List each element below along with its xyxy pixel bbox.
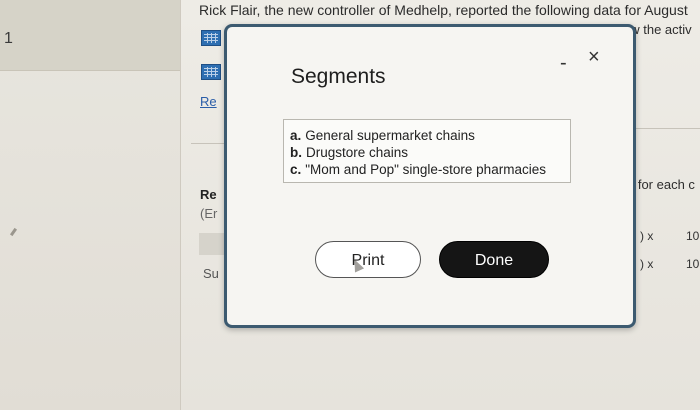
done-button[interactable]: Done (439, 241, 549, 278)
screen-mark (9, 227, 18, 237)
table-cell: 10 (686, 229, 700, 243)
list-item-text: Drugstore chains (306, 145, 409, 160)
divider (631, 128, 700, 129)
list-item-text: "Mom and Pop" single-store pharmacies (305, 162, 546, 177)
list-item: a. General supermarket chains (290, 127, 570, 144)
table-cell: ) x (640, 229, 654, 243)
section-sublabel: (Er (200, 206, 218, 221)
reference-link[interactable]: Re (200, 94, 217, 109)
table-cell: 10 (686, 257, 700, 271)
question-number: 1 (4, 30, 13, 47)
table-cell: ) x (640, 257, 654, 271)
section-label: Re (200, 187, 217, 202)
grid-icon[interactable] (201, 64, 221, 80)
list-item-letter: a. (290, 128, 302, 143)
minimize-icon[interactable]: - (560, 53, 567, 73)
list-item-letter: c. (290, 162, 302, 177)
list-item-letter: b. (290, 145, 302, 160)
instruction-fragment: e for each c (627, 177, 695, 192)
list-item: c. "Mom and Pop" single-store pharmacies (290, 161, 570, 178)
left-rail: 1 (0, 0, 181, 410)
print-button[interactable]: Print (315, 241, 421, 278)
question-header-text: Rick Flair, the new controller of Medhel… (199, 2, 688, 18)
dialog-title: Segments (291, 65, 386, 88)
segments-list: a. General supermarket chains b. Drugstore… (283, 119, 571, 183)
summary-label: Su (203, 266, 219, 281)
grid-icon[interactable] (201, 30, 221, 46)
left-rail-header (0, 0, 180, 71)
segments-dialog: - × Segments a. General supermarket chain… (224, 24, 636, 328)
close-icon[interactable]: × (588, 47, 600, 67)
list-item-text: General supermarket chains (305, 128, 475, 143)
list-item: b. Drugstore chains (290, 144, 570, 161)
